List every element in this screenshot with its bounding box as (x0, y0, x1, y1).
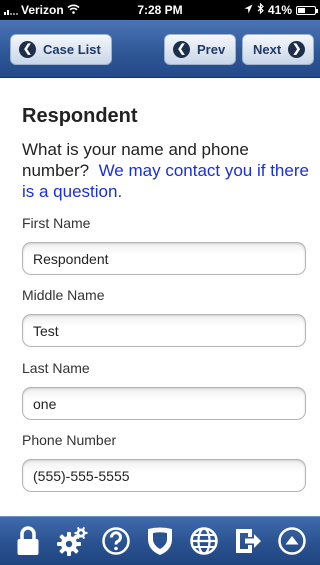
next-label: Next (253, 42, 282, 57)
help-icon[interactable] (99, 524, 133, 558)
prev-button[interactable]: ❮ Prev (164, 34, 237, 65)
status-bar: Verizon 7:28 PM 41% (0, 0, 320, 20)
middle-name-field[interactable] (22, 314, 306, 347)
navigation-bar: ❮ Case List ❮ Prev Next ❯ (0, 20, 320, 78)
case-list-label: Case List (43, 42, 101, 57)
middle-name-label: Middle Name (22, 287, 105, 303)
globe-icon[interactable] (187, 524, 221, 558)
prev-label: Prev (197, 42, 226, 57)
chevron-right-icon: ❯ (288, 41, 306, 58)
status-indicators: 41% (244, 2, 318, 17)
page-title: Respondent (22, 105, 138, 127)
battery-fill (298, 7, 305, 13)
chevron-left-icon: ❮ (173, 41, 190, 58)
gears-icon[interactable] (55, 524, 89, 558)
bottom-toolbar (0, 516, 320, 565)
shield-icon[interactable] (143, 524, 177, 558)
last-name-label: Last Name (22, 360, 90, 376)
last-name-field[interactable] (22, 387, 306, 420)
form-content: Respondent What is your name and phone n… (0, 79, 320, 516)
next-button[interactable]: Next ❯ (242, 34, 315, 65)
bluetooth-icon (257, 2, 264, 17)
phone-number-label: Phone Number (22, 432, 117, 448)
scroll-up-icon[interactable] (275, 524, 309, 558)
case-list-button[interactable]: ❮ Case List (10, 34, 112, 65)
lock-icon[interactable] (11, 524, 45, 558)
battery-icon (296, 5, 318, 15)
phone-number-field[interactable] (22, 459, 306, 492)
first-name-label: First Name (22, 215, 91, 231)
first-name-field[interactable] (22, 242, 306, 275)
chevron-left-icon: ❮ (19, 41, 36, 58)
location-icon (244, 3, 253, 17)
exit-icon[interactable] (231, 524, 265, 558)
question-text: What is your name and phone number? We m… (22, 139, 312, 202)
battery-percent: 41% (267, 3, 292, 17)
